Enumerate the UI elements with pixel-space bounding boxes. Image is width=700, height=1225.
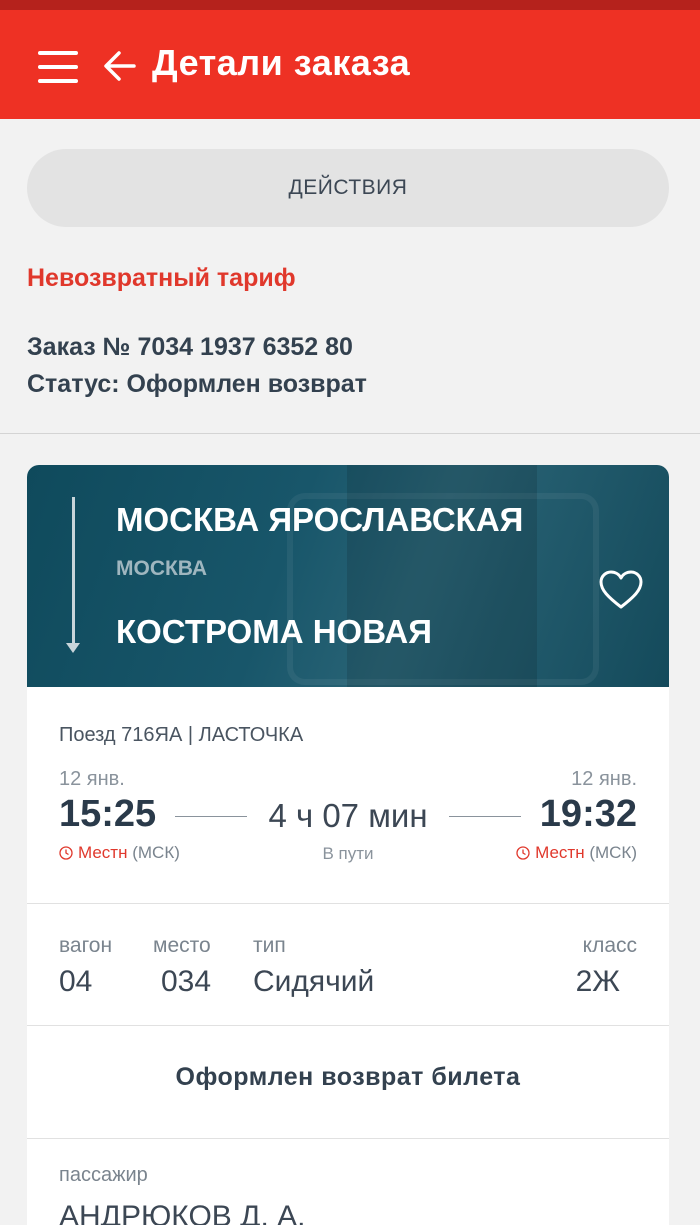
seat-type-value: Сидячий <box>253 965 375 998</box>
duration-line <box>449 816 521 817</box>
divider <box>27 1025 669 1026</box>
seat-label: место <box>153 934 211 957</box>
order-status: Статус: Оформлен возврат <box>27 370 367 398</box>
timezone-zone: (МСК) <box>132 843 180 862</box>
class-label: класс <box>582 934 637 957</box>
clock-icon <box>59 846 73 860</box>
class-value: 2Ж <box>575 965 620 998</box>
ticket-refund-status: Оформлен возврат билета <box>175 1063 521 1091</box>
duration-line <box>175 816 247 817</box>
departure-time: 15:25 <box>59 793 157 835</box>
arrival-station: КОСТРОМА НОВАЯ <box>116 613 432 650</box>
order-number: Заказ № 7034 1937 6352 80 <box>27 333 353 361</box>
seat-value: 034 <box>161 965 212 998</box>
duration-label: В пути <box>322 844 374 863</box>
passenger-name: АНДРЮКОВ Д. А. <box>59 1200 306 1225</box>
ticket-card: МОСКВА ЯРОСЛАВСКАЯ МОСКВА КОСТРОМА НОВАЯ… <box>27 465 669 1225</box>
departure-timezone: Местн (МСК) <box>59 843 180 863</box>
arrival-time: 19:32 <box>539 793 637 835</box>
background-decoration <box>347 465 537 687</box>
divider <box>27 903 669 904</box>
divider <box>27 1138 669 1139</box>
timezone-local: Местн <box>535 843 585 862</box>
seat-type-label: тип <box>253 934 286 957</box>
passenger-label: пассажир <box>59 1164 148 1186</box>
wagon-value: 04 <box>59 965 93 998</box>
arrival-timezone: Местн (МСК) <box>516 843 637 863</box>
route-line <box>72 497 75 649</box>
clock-icon <box>516 846 530 860</box>
back-arrow-icon[interactable] <box>102 48 138 84</box>
arrival-date: 12 янв. <box>571 768 637 790</box>
page-title: Детали заказа <box>152 42 411 83</box>
route-arrow-icon <box>66 643 80 653</box>
travel-duration: 4 ч 07 мин <box>268 797 428 834</box>
departure-date: 12 янв. <box>59 768 125 790</box>
wagon-label: вагон <box>59 934 113 957</box>
status-bar <box>0 0 700 10</box>
timezone-local: Местн <box>78 843 128 862</box>
actions-button[interactable]: ДЕЙСТВИЯ <box>27 149 669 227</box>
route-header: МОСКВА ЯРОСЛАВСКАЯ МОСКВА КОСТРОМА НОВАЯ <box>27 465 669 687</box>
departure-city: МОСКВА <box>116 557 208 580</box>
divider <box>0 433 700 434</box>
menu-icon[interactable] <box>38 51 78 83</box>
app-bar: Детали заказа <box>0 10 700 119</box>
tariff-label: Невозвратный тариф <box>27 264 296 292</box>
favorite-heart-icon[interactable] <box>598 570 644 610</box>
timezone-zone: (МСК) <box>589 843 637 862</box>
departure-station: МОСКВА ЯРОСЛАВСКАЯ <box>116 501 524 538</box>
train-info: Поезд 716ЯА | ЛАСТОЧКА <box>59 724 304 746</box>
